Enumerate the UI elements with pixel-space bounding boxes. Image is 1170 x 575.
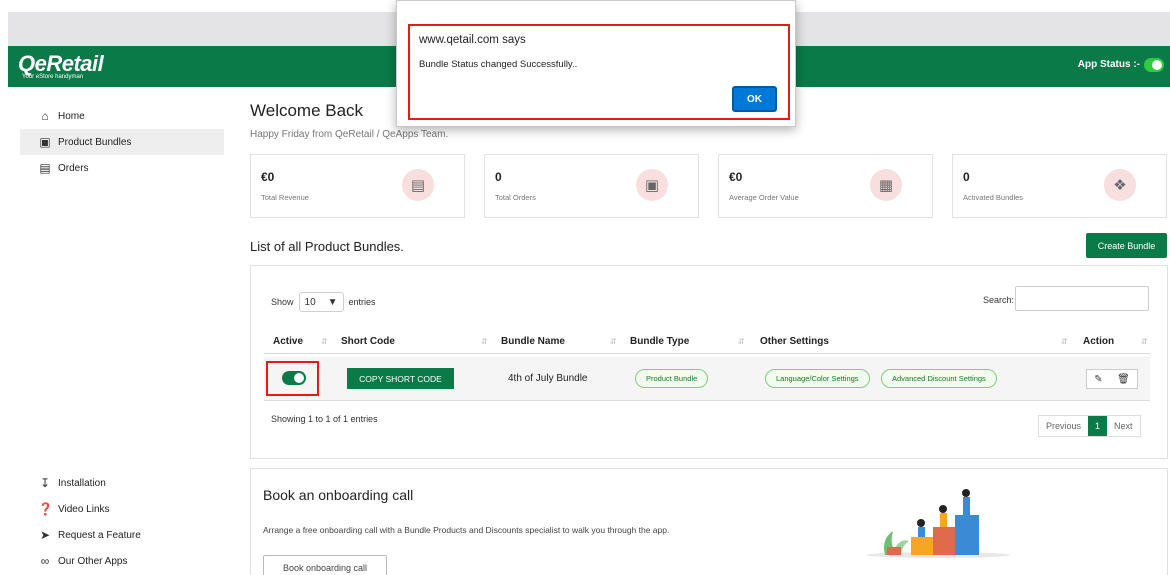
stat-activated-bundles: 0 Activated Bundles ❖ — [952, 154, 1167, 218]
search-input[interactable] — [1015, 286, 1149, 311]
list-title: List of all Product Bundles. — [250, 239, 404, 254]
action-group: ✎ 🗑 — [1086, 369, 1138, 389]
sidebar-item-other-apps[interactable]: ∞ Our Other Apps — [20, 548, 224, 574]
table-header: Active ⇵ Short Code ⇵ Bundle Name ⇵ Bund… — [264, 332, 1150, 354]
pagination: Previous 1 Next — [1038, 415, 1141, 437]
box-icon: ▣ — [636, 169, 668, 201]
sort-icon: ⇵ — [738, 337, 745, 346]
home-icon: ⌂ — [41, 109, 49, 123]
column-action[interactable]: Action — [1083, 336, 1114, 347]
table-info: Showing 1 to 1 of 1 entries — [271, 414, 378, 424]
column-other-settings[interactable]: Other Settings — [760, 336, 829, 347]
next-button[interactable]: Next — [1107, 416, 1140, 436]
dialog-highlight — [408, 24, 790, 120]
active-toggle-highlight — [266, 361, 319, 396]
stat-label: Total Revenue — [261, 193, 309, 202]
bundle-name: 4th of July Bundle — [508, 373, 588, 384]
stat-total-revenue: €0 Total Revenue ▤ — [250, 154, 465, 218]
sidebar-item-request-feature[interactable]: ➤ Request a Feature — [20, 522, 224, 548]
sidebar-item-label: Request a Feature — [58, 529, 141, 541]
sort-icon: ⇵ — [481, 337, 488, 346]
sidebar-item-home[interactable]: ⌂ Home — [20, 103, 224, 129]
bundle-type-badge: Product Bundle — [635, 369, 709, 388]
sidebar-item-orders[interactable]: ▤ Orders — [20, 155, 224, 181]
sidebar-item-label: Installation — [58, 477, 106, 489]
sort-icon: ⇵ — [1141, 337, 1148, 346]
entries-control: Show 10 ▼ entries — [271, 292, 376, 312]
column-bundle-type[interactable]: Bundle Type — [630, 336, 689, 347]
bundles-table-card: Show 10 ▼ entries Search: Active ⇵ Short… — [250, 265, 1168, 459]
stat-value: €0 — [729, 170, 743, 184]
entries-select[interactable]: 10 ▼ — [298, 292, 344, 312]
advanced-discount-settings-button[interactable]: Advanced Discount Settings — [881, 369, 997, 388]
gift-icon: ▣ — [39, 135, 51, 149]
sidebar-item-video-links[interactable]: ❓ Video Links — [20, 496, 224, 522]
sidebar-item-installation[interactable]: ↧ Installation — [20, 470, 224, 496]
cart-icon: ▤ — [39, 161, 51, 175]
show-label: Show — [271, 297, 294, 307]
sidebar-item-label: Our Other Apps — [58, 555, 128, 567]
question-icon: ❓ — [38, 502, 53, 516]
download-icon: ↧ — [39, 476, 51, 490]
page-title: Welcome Back — [250, 101, 364, 120]
page-1-button[interactable]: 1 — [1088, 416, 1108, 436]
bundle-box-icon: ❖ — [1104, 169, 1136, 201]
app-status-label: App Status :- — [1077, 59, 1140, 70]
onboarding-card: Book an onboarding call Arrange a free o… — [250, 468, 1168, 575]
onboarding-description: Arrange a free onboarding call with a Bu… — [263, 525, 670, 535]
delete-icon[interactable]: 🗑 — [1117, 374, 1130, 385]
entries-value: 10 — [304, 296, 316, 308]
stat-label: Total Orders — [495, 193, 536, 202]
language-color-settings-button[interactable]: Language/Color Settings — [765, 369, 870, 388]
sidebar-item-label: Home — [58, 110, 85, 122]
sort-icon: ⇵ — [321, 337, 328, 346]
sidebar-item-label: Orders — [58, 162, 89, 174]
teamwork-illustration — [866, 489, 1010, 558]
sort-icon: ⇵ — [610, 337, 617, 346]
sidebar-item-label: Video Links — [58, 503, 110, 515]
onboarding-title: Book an onboarding call — [263, 487, 414, 503]
search-label: Search: — [983, 295, 1015, 305]
column-short-code[interactable]: Short Code — [341, 336, 395, 347]
create-bundle-button[interactable]: Create Bundle — [1086, 233, 1167, 258]
sidebar-item-product-bundles[interactable]: ▣ Product Bundles — [20, 129, 224, 155]
sidebar-item-label: Product Bundles — [58, 136, 132, 148]
link-icon: ∞ — [40, 554, 50, 568]
entries-label: entries — [348, 297, 376, 307]
book-onboarding-button[interactable]: Book onboarding call — [263, 555, 387, 575]
table-row: COPY SHORT CODE 4th of July Bundle Produ… — [264, 357, 1150, 401]
stat-value: €0 — [261, 170, 275, 184]
stat-average-order-value: €0 Average Order Value ▦ — [718, 154, 933, 218]
page-subtitle: Happy Friday from QeRetail / QeApps Team… — [250, 129, 449, 140]
column-bundle-name[interactable]: Bundle Name — [501, 336, 565, 347]
bar-chart-icon: ▦ — [870, 169, 902, 201]
stat-label: Activated Bundles — [963, 193, 1024, 202]
sort-icon: ⇵ — [1061, 337, 1068, 346]
stat-value: 0 — [963, 170, 970, 184]
stat-total-orders: 0 Total Orders ▣ — [484, 154, 699, 218]
stat-label: Average Order Value — [729, 193, 799, 202]
sidebar-bottom: ↧ Installation ❓ Video Links ➤ Request a… — [20, 470, 224, 574]
chevron-down-icon: ▼ — [327, 296, 338, 308]
previous-button[interactable]: Previous — [1039, 416, 1088, 436]
app-status-toggle[interactable] — [1144, 58, 1164, 72]
column-active[interactable]: Active — [273, 336, 303, 347]
edit-icon[interactable]: ✎ — [1094, 374, 1102, 385]
revenue-chart-icon: ▤ — [402, 169, 434, 201]
copy-short-code-button[interactable]: COPY SHORT CODE — [347, 368, 454, 389]
arrow-circle-icon: ➤ — [39, 528, 51, 542]
sidebar: ⌂ Home ▣ Product Bundles ▤ Orders — [20, 103, 224, 181]
logo-text: QeRetail — [18, 51, 104, 76]
stat-value: 0 — [495, 170, 502, 184]
logo[interactable]: QeRetail Your eStore handyman — [18, 51, 104, 80]
